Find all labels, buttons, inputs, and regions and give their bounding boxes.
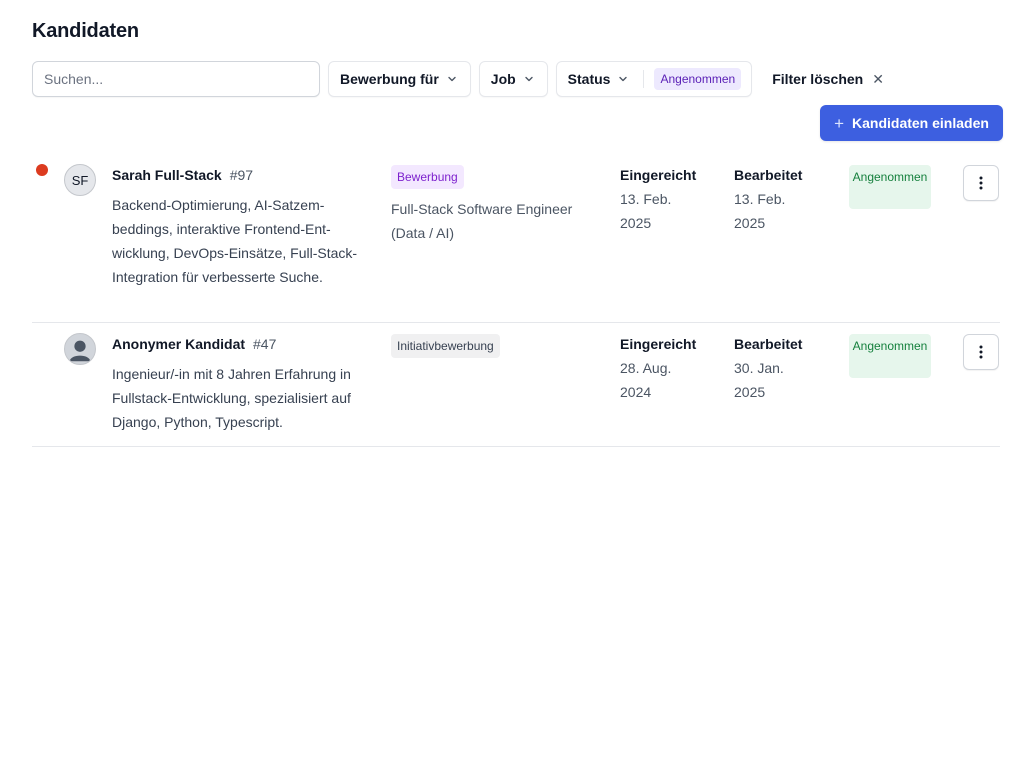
submitted-label: Eingereicht xyxy=(620,336,697,352)
invite-candidates-button[interactable]: + Kandidaten einladen xyxy=(820,105,1003,141)
clear-filter-label: Filter löschen xyxy=(772,71,864,87)
candidate-description: Backend-Optimierung, AI-Satzem­beddings,… xyxy=(112,197,358,285)
avatar: SF xyxy=(64,164,96,196)
candidate-name[interactable]: Anonymer Kandidat #47 xyxy=(112,336,276,352)
status-badge: Angenom­men xyxy=(849,165,931,209)
avatar xyxy=(64,333,96,365)
application-type-badge: Initiativbewerbung xyxy=(391,334,500,358)
divider xyxy=(643,70,645,88)
candidate-row[interactable]: SF Sarah Full-Stack #97 Backend-Optimieru… xyxy=(32,153,1000,323)
application-for-filter[interactable]: Bewerbung für xyxy=(328,61,471,97)
candidate-name[interactable]: Sarah Full-Stack #97 xyxy=(112,167,253,183)
close-icon: ✕ xyxy=(872,70,884,87)
page-title: Kandidaten xyxy=(32,20,139,42)
unread-indicator xyxy=(36,164,48,176)
search-input[interactable] xyxy=(32,61,320,97)
more-vertical-icon xyxy=(979,176,983,190)
application-for-label: Bewerbung für xyxy=(340,71,439,87)
application-type-badge: Bewerbung xyxy=(391,165,464,189)
candidate-description: Ingenieur/-in mit 8 Jahren Erfahrung in … xyxy=(112,366,351,430)
status-badge: Angenom­men xyxy=(849,334,931,378)
plus-icon: + xyxy=(834,113,844,133)
status-filter-chip: Angenommen xyxy=(654,68,742,90)
more-vertical-icon xyxy=(979,345,983,359)
edited-date-block: Bearbeitet 30. Jan. 2025 xyxy=(734,336,834,404)
submitted-date: 28. Aug. 2024 xyxy=(620,360,672,400)
chevron-down-icon xyxy=(448,76,456,82)
edited-date-block: Bearbeitet 13. Feb. 2025 xyxy=(734,167,834,235)
edited-date: 30. Jan. 2025 xyxy=(734,360,784,400)
job-filter[interactable]: Job xyxy=(478,61,548,97)
candidate-name-text: Sarah Full-Stack xyxy=(112,167,222,183)
edited-label: Bearbeitet xyxy=(734,167,803,183)
submitted-date-block: Eingereicht 28. Aug. 2024 xyxy=(620,336,720,404)
candidate-id: #97 xyxy=(229,167,254,183)
avatar-initials: SF xyxy=(71,172,89,188)
job-filter-label: Job xyxy=(490,71,516,87)
status-filter[interactable]: Status Angenommen xyxy=(555,61,753,97)
candidate-row[interactable]: Anonymer Kandidat #47 Ingenieur/-in mit 8… xyxy=(32,322,1000,447)
edited-label: Bearbeitet xyxy=(734,336,803,352)
chevron-down-icon xyxy=(524,76,533,82)
more-options-button[interactable] xyxy=(963,334,999,370)
candidate-name-text: Anonymer Kandidat xyxy=(112,336,246,352)
chevron-down-icon xyxy=(619,76,628,82)
more-options-button[interactable] xyxy=(963,165,999,201)
submitted-date-block: Eingereicht 13. Feb. 2025 xyxy=(620,167,720,235)
clear-filter-button[interactable]: Filter löschen ✕ xyxy=(772,71,884,88)
invite-candidates-label: Kandidaten einladen xyxy=(852,115,989,131)
candidate-id: #47 xyxy=(253,336,277,352)
status-filter-label: Status xyxy=(567,71,611,87)
submitted-date: 13. Feb. 2025 xyxy=(620,191,672,231)
job-title: Full-Stack Software Engineer (Data / AI) xyxy=(391,201,573,241)
user-icon xyxy=(69,340,91,362)
filter-toolbar: Bewerbung für Job Status Angenommen Filt… xyxy=(32,61,884,97)
submitted-label: Eingereicht xyxy=(620,167,697,183)
edited-date: 13. Feb. 2025 xyxy=(734,191,786,231)
